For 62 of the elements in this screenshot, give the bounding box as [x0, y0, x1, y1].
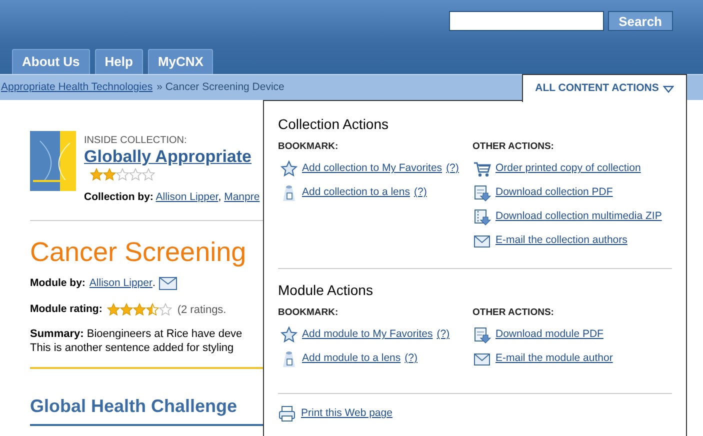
help-link[interactable]: (?) — [404, 351, 418, 367]
summary-text: This is another sentence added for styling — [30, 341, 235, 355]
group-heading: OTHER ACTIONS: — [472, 141, 555, 153]
rating-star — [159, 303, 172, 316]
rating-star — [116, 168, 129, 181]
rating-star — [142, 168, 155, 181]
document-download-icon — [472, 326, 490, 344]
rating-star — [90, 168, 103, 181]
collection-thumbnail — [30, 131, 76, 191]
summary-text: Bioengineers at Rice have deve — [86, 328, 242, 340]
rating-star — [129, 168, 142, 181]
author-link[interactable]: Allison Lipper — [89, 276, 152, 292]
period-text: . — [152, 276, 156, 291]
cart-icon — [472, 160, 490, 178]
archive-download-icon — [472, 208, 490, 226]
lamp-icon — [280, 184, 298, 202]
author-link[interactable]: Manpre — [224, 191, 260, 203]
help-link[interactable]: (?) — [446, 161, 459, 177]
search-field[interactable] — [448, 11, 604, 31]
group-heading: BOOKMARK: — [278, 307, 340, 319]
action-link[interactable]: Order printed copy of collection — [496, 161, 641, 177]
action-link[interactable]: E-mail the collection authors — [496, 233, 628, 249]
action-link[interactable]: Download module PDF — [496, 327, 604, 343]
summary-label: Summary: — [30, 328, 84, 340]
rating-count: (2 ratings. — [177, 302, 226, 318]
rating-star — [146, 303, 160, 316]
module-rating-label: Module rating: — [30, 302, 102, 317]
rating-star — [107, 303, 120, 316]
help-link[interactable]: (?) — [436, 327, 450, 343]
caret-icon — [662, 84, 674, 92]
rating-star — [103, 168, 116, 181]
collection-title-link[interactable]: Globally Appropriate — [84, 147, 252, 166]
action-link[interactable]: Download collection multimedia ZIP — [496, 209, 662, 225]
breadcrumb-text: » Cancer Screening Device — [156, 80, 284, 95]
action-link[interactable]: Download collection PDF — [496, 185, 613, 201]
rating-star — [120, 303, 134, 316]
module-title: Cancer Screening — [30, 236, 248, 268]
group-heading: BOOKMARK: — [278, 141, 340, 153]
action-link[interactable]: E-mail the module author — [496, 351, 613, 367]
action-link[interactable]: Add module to a lens — [302, 351, 401, 367]
actions-menu-tab[interactable]: ALL CONTENT ACTIONS — [522, 74, 687, 102]
comma-text: , — [218, 191, 222, 203]
action-link[interactable]: Add module to My Favorites — [302, 327, 433, 343]
author-link[interactable]: Allison Lipper — [156, 191, 218, 203]
printer-icon — [278, 405, 296, 423]
module-by-label: Module by: — [30, 276, 86, 291]
collection-label: INSIDE COLLECTION: — [84, 135, 188, 147]
section-title: Collection Actions — [278, 115, 390, 133]
group-heading: OTHER ACTIONS: — [472, 307, 555, 319]
print-link[interactable]: Print this Web page — [301, 406, 392, 422]
lamp-icon — [280, 350, 298, 368]
help-link[interactable]: (?) — [414, 185, 427, 201]
collection-by-label: Collection by: — [84, 191, 154, 203]
action-link[interactable]: Add collection to My Favorites — [302, 161, 442, 177]
rating-star — [133, 303, 146, 316]
section-title: Module Actions — [278, 281, 374, 299]
document-download-icon — [472, 184, 490, 202]
breadcrumb-link[interactable]: Appropriate Health Technologies — [1, 80, 153, 96]
star-icon — [280, 326, 298, 344]
envelope-icon — [159, 277, 178, 290]
action-link[interactable]: Add collection to a lens — [302, 185, 410, 201]
star-icon — [280, 160, 298, 178]
